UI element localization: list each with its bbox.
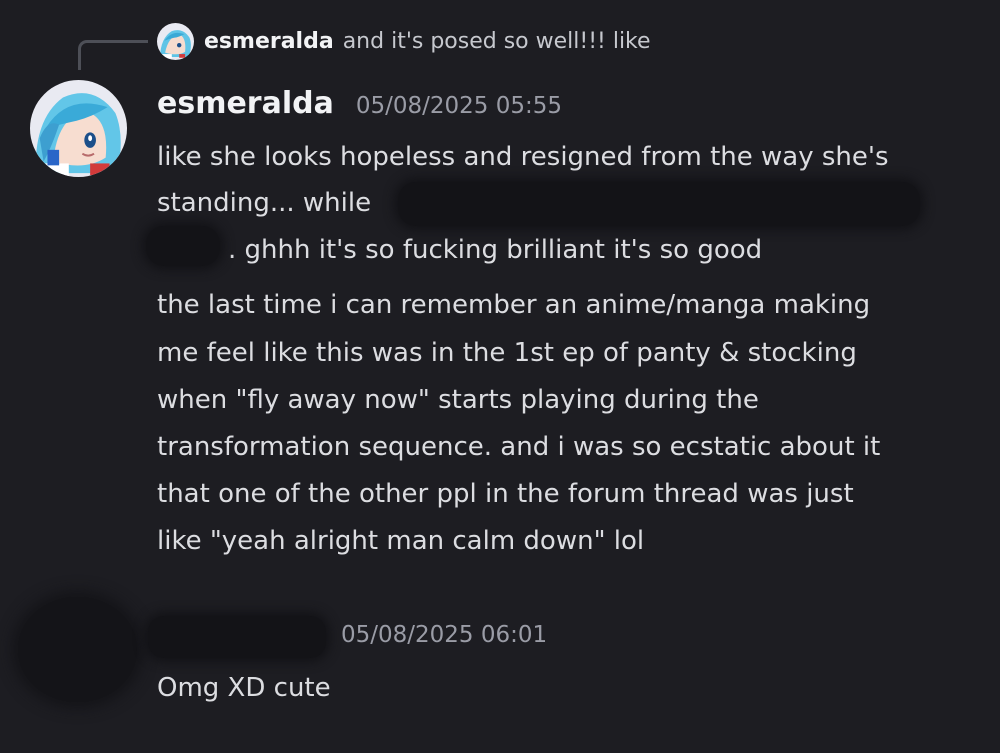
reply-author[interactable]: esmeralda <box>204 29 334 54</box>
message-timestamp[interactable]: 05/08/2025 06:01 <box>341 622 547 648</box>
redacted-username <box>148 616 326 658</box>
message-line: me feel like this was in the 1st ep of p… <box>157 338 857 368</box>
redacted-avatar[interactable] <box>18 597 137 702</box>
message-header: esmeralda 05/08/2025 05:55 <box>157 86 562 131</box>
redacted-text <box>398 182 920 226</box>
author-avatar-icon[interactable] <box>30 80 127 177</box>
message-line: the last time i can remember an anime/ma… <box>157 290 871 320</box>
message-line: like "yeah alright man calm down" lol <box>157 526 645 556</box>
message-timestamp[interactable]: 05/08/2025 05:55 <box>356 93 562 119</box>
redacted-text <box>146 226 220 266</box>
message-line: when "fly away now" starts playing durin… <box>157 385 759 415</box>
message-line: transformation sequence. and i was so ec… <box>157 432 881 462</box>
author-username[interactable]: esmeralda <box>157 86 334 121</box>
message-line: standing... while <box>157 188 372 218</box>
message-line: that one of the other ppl in the forum t… <box>157 479 854 509</box>
message-line: . ghhh it's so fucking brilliant it's so… <box>228 235 763 265</box>
reply-snippet[interactable]: and it's posed so well!!! like <box>343 29 651 54</box>
message-line: like she looks hopeless and resigned fro… <box>157 142 889 172</box>
reply-avatar-icon[interactable] <box>157 22 194 60</box>
message-line: Omg XD cute <box>157 673 331 703</box>
reply-spine <box>78 40 148 70</box>
reply-preview[interactable]: esmeralda and it's posed so well!!! like <box>157 21 651 61</box>
